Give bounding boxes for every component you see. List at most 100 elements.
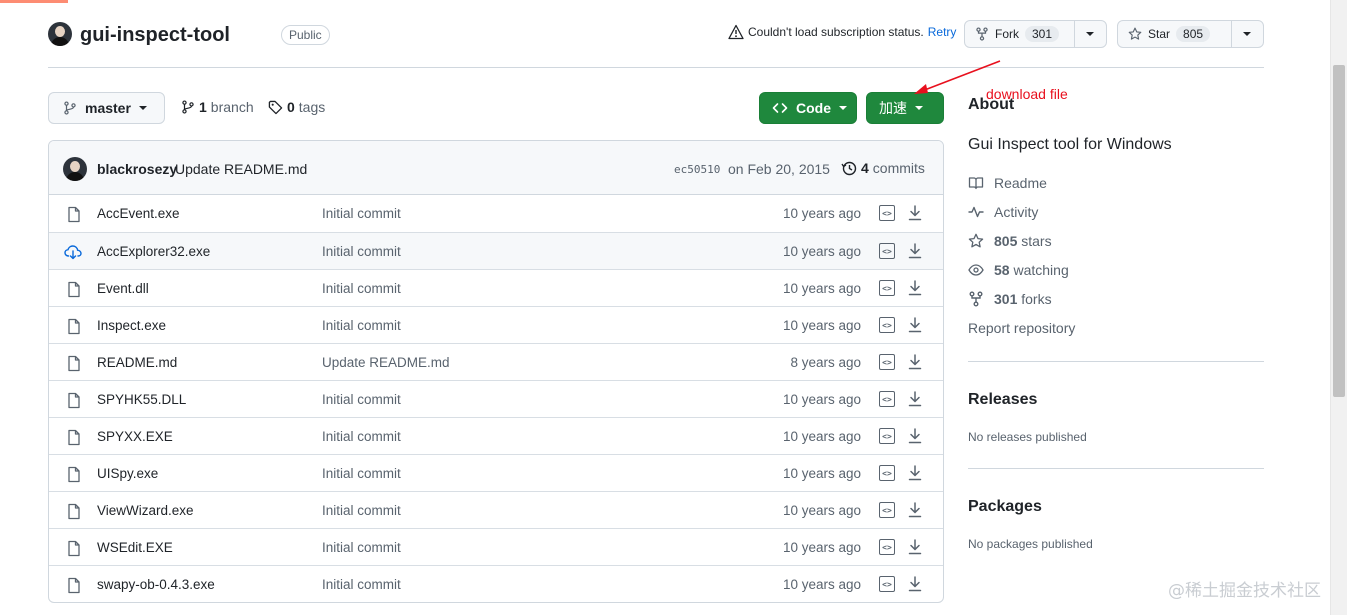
packages-heading[interactable]: Packages — [968, 498, 1042, 516]
view-code-icon[interactable]: <> — [879, 465, 895, 481]
star-button[interactable]: Star 805 — [1118, 21, 1232, 47]
subscription-warning-text: Couldn't load subscription status. — [748, 25, 924, 39]
file-row[interactable]: SPYHK55.DLL Initial commit 10 years ago <> — [49, 380, 943, 417]
file-icon — [66, 429, 82, 446]
branches-link[interactable]: 1 branch — [181, 99, 254, 115]
file-row[interactable]: README.md Update README.md 8 years ago <> — [49, 343, 943, 380]
stars-link[interactable]: 805 stars — [968, 233, 1052, 249]
file-commit-message[interactable]: Initial commit — [322, 244, 401, 259]
nav-underline-accent — [0, 0, 68, 3]
download-icon[interactable] — [907, 464, 923, 482]
view-code-icon[interactable]: <> — [879, 391, 895, 407]
page-scrollbar[interactable] — [1330, 0, 1347, 615]
download-icon[interactable] — [907, 390, 923, 408]
commit-author[interactable]: blackrosezy — [97, 161, 177, 177]
report-repository-link[interactable]: Report repository — [968, 320, 1075, 336]
file-name-link[interactable]: SPYHK55.DLL — [97, 392, 186, 407]
file-row[interactable]: swapy-ob-0.4.3.exe Initial commit 10 years… — [49, 565, 943, 602]
file-row[interactable]: SPYXX.EXE Initial commit 10 years ago <> — [49, 417, 943, 454]
owner-avatar[interactable] — [48, 22, 72, 46]
view-code-icon[interactable]: <> — [879, 502, 895, 518]
download-icon[interactable] — [907, 575, 923, 593]
book-icon — [968, 175, 984, 191]
file-icon — [66, 392, 82, 409]
repo-forked-icon — [975, 27, 989, 41]
scrollbar-thumb[interactable] — [1333, 65, 1345, 397]
commits-link[interactable]: 4 commits — [841, 160, 925, 176]
download-icon[interactable] — [907, 501, 923, 519]
commit-message[interactable]: Update README.md — [175, 161, 307, 177]
git-branch-icon — [181, 100, 195, 114]
download-icon[interactable] — [907, 279, 923, 297]
file-commit-message[interactable]: Initial commit — [322, 318, 401, 333]
fork-menu-button[interactable] — [1075, 21, 1106, 47]
activity-link[interactable]: Activity — [968, 204, 1038, 220]
branch-name: master — [85, 100, 131, 116]
view-code-icon[interactable]: <> — [879, 317, 895, 333]
file-commit-message[interactable]: Initial commit — [322, 429, 401, 444]
file-name-link[interactable]: Event.dll — [97, 281, 149, 296]
file-row[interactable]: UISpy.exe Initial commit 10 years ago <> — [49, 454, 943, 491]
fork-button[interactable]: Fork 301 — [965, 21, 1075, 47]
tags-label: tags — [298, 99, 326, 115]
file-row[interactable]: Inspect.exe Initial commit 10 years ago <> — [49, 306, 943, 343]
code-button[interactable]: Code — [759, 92, 857, 124]
download-icon[interactable] — [907, 316, 923, 334]
repo-name[interactable]: gui-inspect-tool — [80, 22, 230, 48]
file-name-link[interactable]: README.md — [97, 355, 177, 370]
chevron-down-icon — [915, 106, 923, 110]
view-code-icon[interactable]: <> — [879, 205, 895, 221]
file-commit-message[interactable]: Initial commit — [322, 281, 401, 296]
file-row[interactable]: WSEdit.EXE Initial commit 10 years ago <> — [49, 528, 943, 565]
branch-selector[interactable]: master — [48, 92, 165, 124]
file-commit-message[interactable]: Initial commit — [322, 392, 401, 407]
file-row[interactable]: AccEvent.exe Initial commit 10 years ago <> — [49, 195, 943, 232]
commits-count: 4 — [861, 160, 869, 176]
file-name-link[interactable]: WSEdit.EXE — [97, 540, 173, 555]
file-commit-message[interactable]: Initial commit — [322, 503, 401, 518]
download-icon[interactable] — [907, 353, 923, 371]
retry-link[interactable]: Retry — [928, 25, 957, 39]
file-commit-message[interactable]: Initial commit — [322, 466, 401, 481]
file-commit-message[interactable]: Initial commit — [322, 206, 401, 221]
star-menu-button[interactable] — [1232, 21, 1263, 47]
file-commit-message[interactable]: Initial commit — [322, 540, 401, 555]
file-name-link[interactable]: AccEvent.exe — [97, 206, 180, 221]
file-row[interactable]: ViewWizard.exe Initial commit 10 years ago… — [49, 491, 943, 528]
commit-author-avatar[interactable] — [63, 157, 87, 181]
view-code-icon[interactable]: <> — [879, 280, 895, 296]
file-icon — [66, 318, 82, 335]
file-commit-message[interactable]: Update README.md — [322, 355, 450, 370]
readme-link[interactable]: Readme — [968, 175, 1047, 191]
file-name-link[interactable]: UISpy.exe — [97, 466, 158, 481]
view-code-icon[interactable]: <> — [879, 243, 895, 259]
forks-link[interactable]: 301 forks — [968, 291, 1052, 307]
file-name-link[interactable]: SPYXX.EXE — [97, 429, 173, 444]
view-code-icon[interactable]: <> — [879, 428, 895, 444]
file-commit-age: 10 years ago — [782, 281, 861, 296]
subscription-warning: Couldn't load subscription status. Retry — [728, 24, 956, 40]
view-code-icon[interactable]: <> — [879, 539, 895, 555]
about-heading: About — [968, 96, 1015, 113]
file-row[interactable]: AccExplorer32.exe Initial commit 10 years … — [49, 232, 943, 269]
download-icon[interactable] — [907, 242, 923, 260]
view-code-icon[interactable]: <> — [879, 576, 895, 592]
file-name-link[interactable]: AccExplorer32.exe — [97, 244, 210, 259]
commit-sha[interactable]: ec50510 — [674, 163, 720, 176]
view-code-icon[interactable]: <> — [879, 354, 895, 370]
file-row[interactable]: Event.dll Initial commit 10 years ago <> — [49, 269, 943, 306]
download-icon[interactable] — [907, 427, 923, 445]
watching-link[interactable]: 58 watching — [968, 262, 1069, 278]
tags-link[interactable]: 0 tags — [268, 99, 325, 115]
download-icon[interactable] — [907, 538, 923, 556]
file-icon — [66, 577, 82, 594]
file-commit-message[interactable]: Initial commit — [322, 577, 401, 592]
file-name-link[interactable]: Inspect.exe — [97, 318, 166, 333]
download-icon[interactable] — [907, 204, 923, 222]
file-name-link[interactable]: swapy-ob-0.4.3.exe — [97, 577, 215, 592]
file-name-link[interactable]: ViewWizard.exe — [97, 503, 194, 518]
no-releases-text: No releases published — [968, 430, 1087, 444]
repo-forked-icon — [968, 291, 984, 307]
cloud-download-icon — [64, 244, 82, 260]
releases-heading[interactable]: Releases — [968, 391, 1037, 409]
